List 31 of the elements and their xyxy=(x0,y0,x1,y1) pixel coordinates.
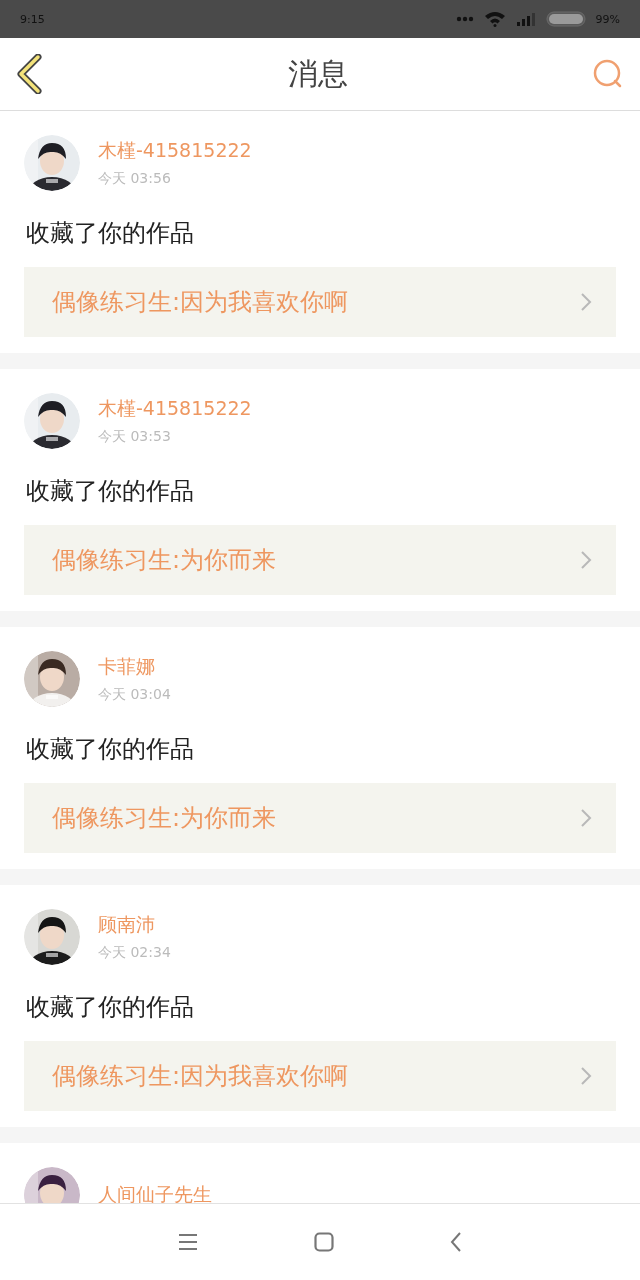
user-name[interactable]: 顾南沛 xyxy=(98,912,171,938)
user-name[interactable]: 木槿-415815222 xyxy=(98,396,252,422)
message-time: 今天 03:56 xyxy=(98,170,172,188)
back-nav-icon[interactable] xyxy=(450,1232,462,1252)
work-link[interactable]: 偶像练习生:因为我喜欢你啊 xyxy=(24,267,616,337)
work-link[interactable]: 偶像练习生:因为我喜欢你啊 xyxy=(24,1041,616,1111)
battery-icon xyxy=(545,11,586,27)
battery-level: 99% xyxy=(595,12,620,26)
chevron-right-icon xyxy=(580,808,592,828)
message-text: 收藏了你的作品 xyxy=(26,992,195,1023)
chevron-right-icon xyxy=(580,292,592,312)
status-time: 9:15 xyxy=(20,12,45,26)
message-text: 收藏了你的作品 xyxy=(26,218,195,249)
message-time: 今天 03:53 xyxy=(98,428,172,446)
message-text: 收藏了你的作品 xyxy=(26,734,195,765)
chevron-right-icon xyxy=(580,1066,592,1086)
wifi-icon xyxy=(483,11,506,27)
message-time: 今天 03:04 xyxy=(98,686,171,704)
back-icon[interactable] xyxy=(16,54,44,94)
message-time: 今天 02:34 xyxy=(98,944,171,962)
more-dots-icon xyxy=(455,16,474,22)
chevron-right-icon xyxy=(580,550,592,570)
work-link[interactable]: 偶像练习生:为你而来 xyxy=(24,783,616,853)
home-icon[interactable] xyxy=(314,1232,334,1252)
page-title: 消息 xyxy=(288,54,348,93)
signal-icon xyxy=(515,12,536,26)
message-text: 收藏了你的作品 xyxy=(26,476,195,507)
user-name[interactable]: 木槿-415815222 xyxy=(98,138,252,164)
user-name[interactable]: 卡菲娜 xyxy=(98,654,171,680)
work-link[interactable]: 偶像练习生:为你而来 xyxy=(24,525,616,595)
menu-icon[interactable] xyxy=(178,1233,198,1251)
